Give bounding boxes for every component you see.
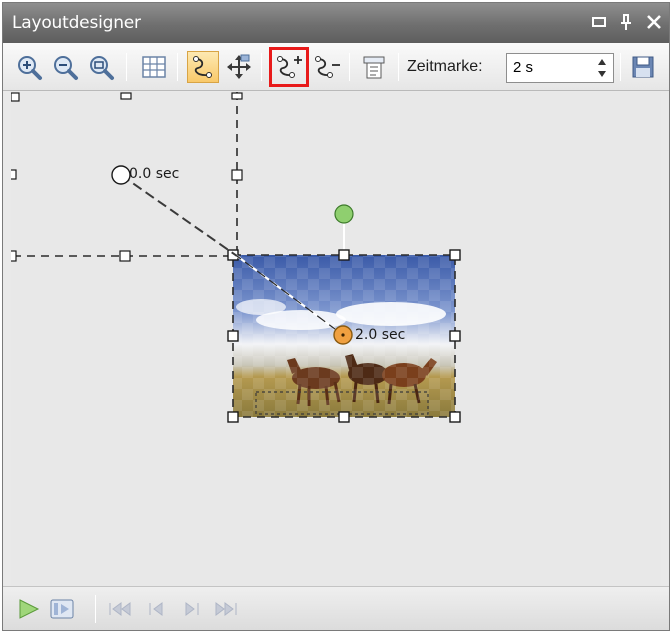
preview-icon[interactable] (49, 597, 75, 621)
keyframe-marker-start (111, 165, 131, 185)
previous-frame-icon[interactable] (143, 597, 169, 621)
keyframe-label-start: 0.0 sec (129, 166, 180, 182)
motion-path-icon[interactable] (187, 51, 219, 83)
toolbar: Zeitmarke: 2 s (3, 43, 669, 91)
zoom-in-icon[interactable] (13, 51, 45, 83)
keyframe-label-current: 2.0 sec (355, 327, 406, 343)
grid-icon[interactable] (138, 51, 170, 83)
zoom-out-icon[interactable] (49, 51, 81, 83)
zeitmarke-spinner[interactable] (597, 57, 607, 79)
window-title: Layoutdesigner (12, 13, 141, 33)
window-restore-icon[interactable] (588, 11, 610, 33)
pin-icon[interactable] (615, 11, 637, 33)
zeitmarke-input[interactable]: 2 s (506, 53, 614, 83)
add-keyframe-icon[interactable] (269, 47, 309, 87)
toolbar-separator (177, 53, 178, 81)
toolbar-separator (95, 595, 96, 623)
toolbar-separator (261, 53, 262, 81)
toolbar-separator (398, 53, 399, 81)
zeitmarke-label: Zeitmarke: (407, 58, 483, 75)
align-icon[interactable] (358, 51, 390, 83)
zoom-fit-icon[interactable] (85, 51, 117, 83)
last-frame-icon[interactable] (213, 597, 239, 621)
toolbar-separator (620, 53, 621, 81)
canvas-graphics (11, 92, 461, 423)
next-frame-icon[interactable] (179, 597, 205, 621)
play-icon[interactable] (15, 597, 41, 621)
playback-bar (3, 586, 669, 630)
save-icon[interactable] (627, 51, 659, 83)
layout-canvas[interactable]: 0.0 sec 2.0 sec (11, 92, 661, 586)
first-frame-icon[interactable] (107, 597, 133, 621)
toolbar-separator (349, 53, 350, 81)
remove-keyframe-icon[interactable] (311, 51, 343, 83)
toolbar-separator (126, 53, 127, 81)
zeitmarke-value: 2 s (513, 59, 534, 76)
close-icon[interactable] (643, 11, 665, 33)
move-icon[interactable] (223, 51, 255, 83)
title-bar[interactable]: Layoutdesigner (3, 3, 669, 43)
rotation-handle (334, 204, 354, 224)
layoutdesigner-window: Layoutdesigner Zeitmarke: 2 s 0.0 sec 2.… (2, 2, 670, 631)
